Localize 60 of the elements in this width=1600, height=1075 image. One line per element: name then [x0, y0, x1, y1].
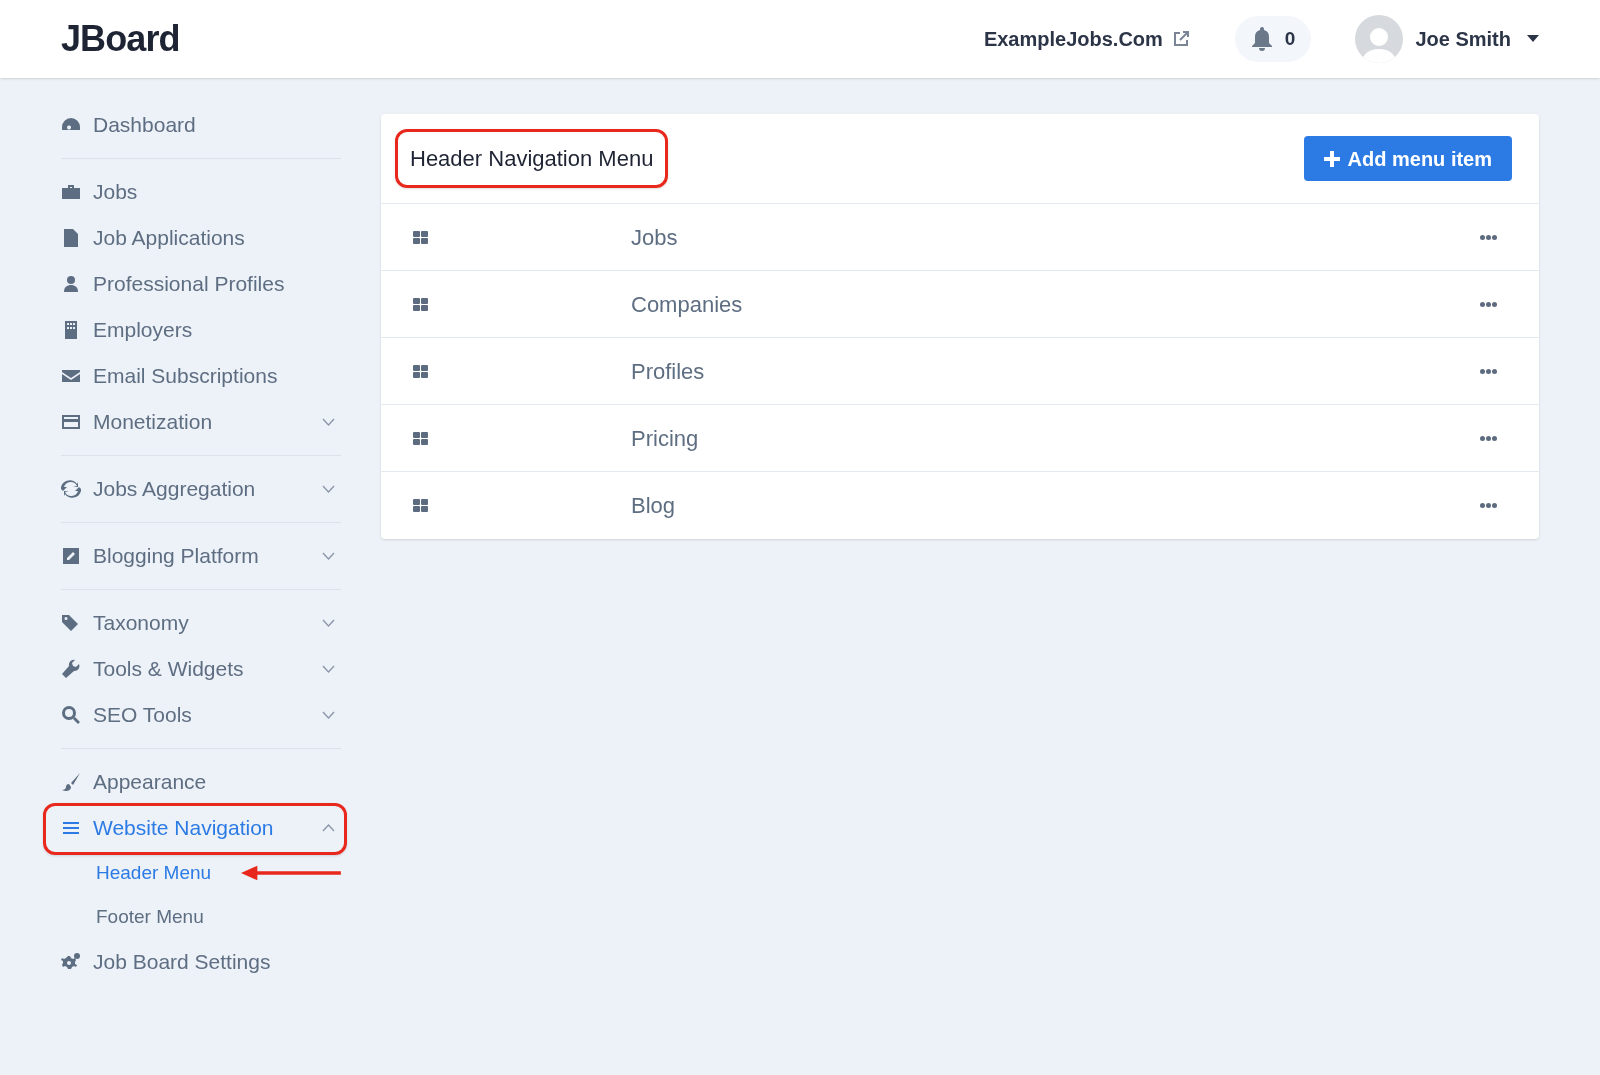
caret-icon[interactable] [1527, 35, 1539, 43]
logo[interactable]: JBoard [61, 12, 180, 66]
sidebar-item[interactable]: Email Subscriptions [93, 360, 278, 392]
sidebar-item[interactable]: Taxonomy [93, 607, 189, 639]
drag-handle-icon[interactable] [413, 431, 428, 445]
sidebar-item[interactable]: Dashboard [93, 109, 196, 141]
notifications-button[interactable]: 0 [1234, 16, 1312, 62]
sidebar-item[interactable]: Jobs [93, 176, 138, 208]
more-options-icon[interactable] [1480, 503, 1497, 508]
sidebar-item[interactable]: Monetization [93, 406, 213, 438]
briefcase-icon [61, 182, 81, 202]
sidebar-item[interactable]: Website Navigation [93, 812, 274, 844]
chevron-icon[interactable] [322, 619, 335, 627]
menu-item-label: Blog [631, 492, 676, 520]
refresh-icon [61, 479, 81, 499]
chevron-icon[interactable] [322, 418, 335, 426]
notification-count: 0 [1284, 26, 1296, 51]
more-options-icon[interactable] [1480, 301, 1497, 307]
chevron-icon[interactable] [322, 711, 335, 719]
plus-icon [1323, 150, 1340, 167]
drag-handle-icon[interactable] [413, 297, 428, 311]
submenu-item[interactable]: Header Menu [96, 858, 212, 888]
chevron-icon[interactable] [322, 485, 335, 493]
brush-icon [61, 772, 81, 792]
menu-item-label: Pricing [631, 424, 699, 453]
sidebar-item[interactable]: SEO Tools [93, 699, 192, 731]
more-options-icon[interactable] [1480, 435, 1497, 441]
more-options-icon[interactable] [1480, 368, 1497, 374]
bell-icon [1250, 27, 1273, 51]
menu-item-label: Companies [631, 290, 743, 319]
user-name[interactable]: Joe Smith [1415, 24, 1511, 54]
wrench-icon [61, 659, 81, 679]
chevron-icon[interactable] [322, 824, 335, 832]
sidebar-item[interactable]: Professional Profiles [93, 268, 285, 300]
card-title: Header Navigation Menu [410, 145, 654, 173]
more-options-icon[interactable] [1480, 234, 1497, 240]
chevron-icon[interactable] [322, 665, 335, 673]
sidebar-item[interactable]: Appearance [93, 766, 207, 798]
credit-card-icon [61, 412, 81, 432]
sidebar-item[interactable]: Job Applications [93, 222, 245, 254]
sidebar-item[interactable]: Jobs Aggregation [93, 473, 256, 505]
drag-handle-icon[interactable] [413, 364, 428, 378]
tags-icon [61, 613, 81, 633]
sidebar-item[interactable]: Job Board Settings [93, 946, 271, 978]
site-link[interactable]: ExampleJobs.Com [983, 24, 1163, 54]
sidebar-item[interactable]: Blogging Platform [93, 540, 259, 572]
document-icon [61, 228, 81, 248]
gears-icon [61, 952, 81, 972]
add-menu-item-button[interactable]: Add menu item [1303, 136, 1512, 181]
submenu-item[interactable]: Footer Menu [96, 902, 204, 932]
drag-handle-icon[interactable] [413, 499, 428, 512]
menu-item-label: Profiles [631, 357, 705, 386]
search-icon [61, 705, 81, 725]
sidebar-item[interactable]: Tools & Widgets [93, 653, 244, 685]
sidebar-item[interactable]: Employers [93, 314, 193, 346]
menu-item-label: Jobs [631, 223, 678, 252]
drag-handle-icon[interactable] [413, 230, 428, 244]
edit-icon [61, 546, 81, 566]
chevron-icon[interactable] [322, 552, 335, 560]
person-icon [61, 274, 81, 294]
